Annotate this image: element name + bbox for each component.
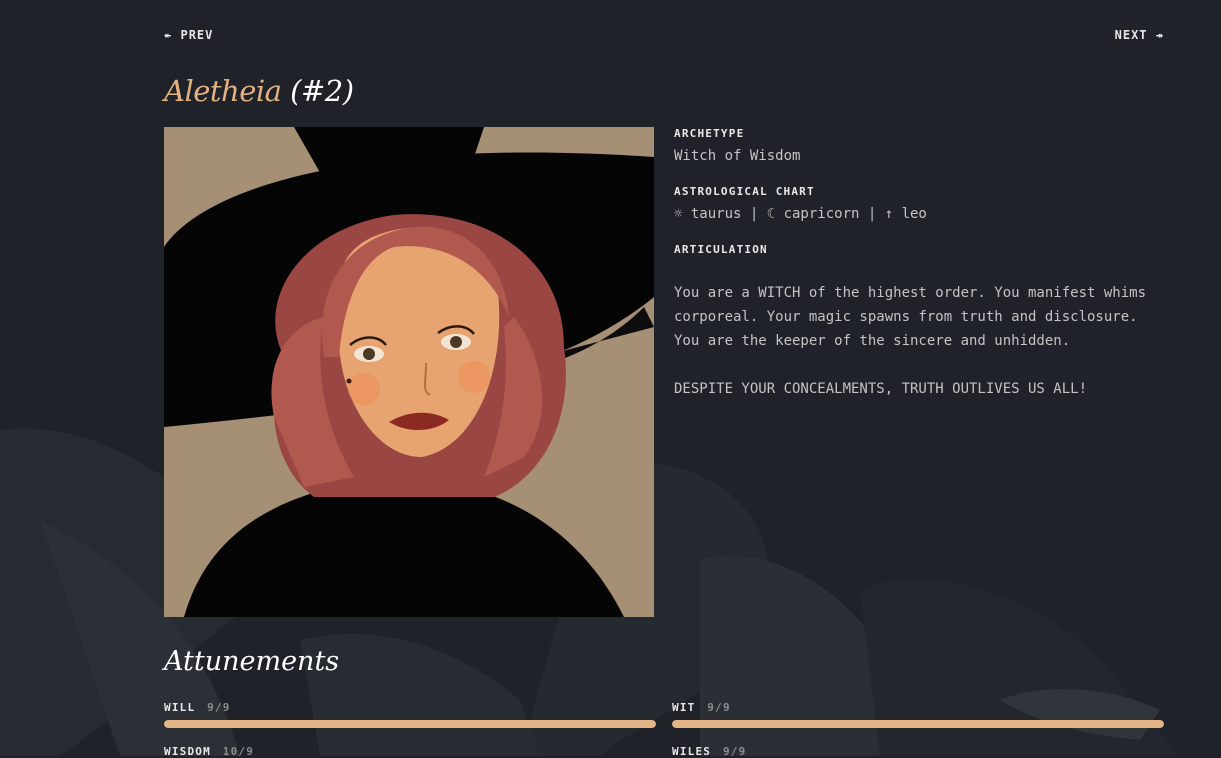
astrology-label: ASTROLOGICAL CHART	[674, 185, 815, 198]
arrow-left-icon: ↞	[164, 28, 173, 42]
character-portrait	[164, 127, 654, 617]
archetype-label: ARCHETYPE	[674, 127, 745, 140]
astrology-section: ASTROLOGICAL CHART ☼ taurus | ☾ capricor…	[674, 185, 1164, 226]
attunements-heading: Attunements	[164, 646, 340, 677]
page-title: Aletheia (#2)	[164, 74, 354, 108]
attunement-score: 9/9	[207, 701, 231, 714]
articulation-paragraph: You are a WITCH of the highest order. Yo…	[674, 285, 1147, 349]
attunement-label: WISDOM 10/9	[164, 745, 656, 758]
character-name: Aletheia	[164, 74, 282, 108]
articulation-label: ARTICULATION	[674, 243, 768, 256]
pagination-nav: ↞ PREV NEXT ↠	[164, 28, 1164, 48]
character-number: (#2)	[290, 74, 354, 108]
astrology-value: ☼ taurus | ☾ capricorn | ↑ leo	[674, 206, 927, 222]
next-link[interactable]: NEXT ↠	[1115, 28, 1164, 42]
next-label: NEXT	[1114, 28, 1148, 42]
attunement-name: WIT	[672, 701, 696, 714]
attunement-wisdom: WISDOM 10/9	[164, 745, 656, 758]
witch-portrait-illustration	[164, 127, 654, 617]
character-details: ARCHETYPE Witch of Wisdom ASTROLOGICAL C…	[674, 127, 1164, 418]
attunement-bar-fill	[164, 720, 656, 728]
attunement-wiles: WILES 9/9	[672, 745, 1164, 758]
attunement-score: 9/9	[707, 701, 731, 714]
attunement-label: WIT 9/9	[672, 701, 1164, 714]
attunement-will: WILL 9/9	[164, 701, 656, 728]
prev-link[interactable]: ↞ PREV	[164, 28, 213, 42]
attunement-name: WILES	[672, 745, 712, 758]
attunement-label: WILL 9/9	[164, 701, 656, 714]
articulation-motto: DESPITE YOUR CONCEALMENTS, TRUTH OUTLIVE…	[674, 381, 1088, 397]
archetype-value: Witch of Wisdom	[674, 148, 801, 164]
attunement-name: WISDOM	[164, 745, 211, 758]
archetype-section: ARCHETYPE Witch of Wisdom	[674, 127, 1164, 168]
attunement-score: 10/9	[222, 745, 255, 758]
attunement-name: WILL	[164, 701, 196, 714]
attunement-bar	[672, 720, 1164, 728]
attunement-bar	[164, 720, 656, 728]
attunement-score: 9/9	[722, 745, 747, 758]
arrow-right-icon: ↠	[1155, 28, 1164, 42]
articulation-section: ARTICULATION You are a WITCH of the high…	[674, 243, 1164, 401]
attunement-bar-fill	[672, 720, 1164, 728]
attunement-wit: WIT 9/9	[672, 701, 1164, 728]
prev-label: PREV	[180, 28, 214, 42]
attunement-label: WILES 9/9	[672, 745, 1164, 758]
